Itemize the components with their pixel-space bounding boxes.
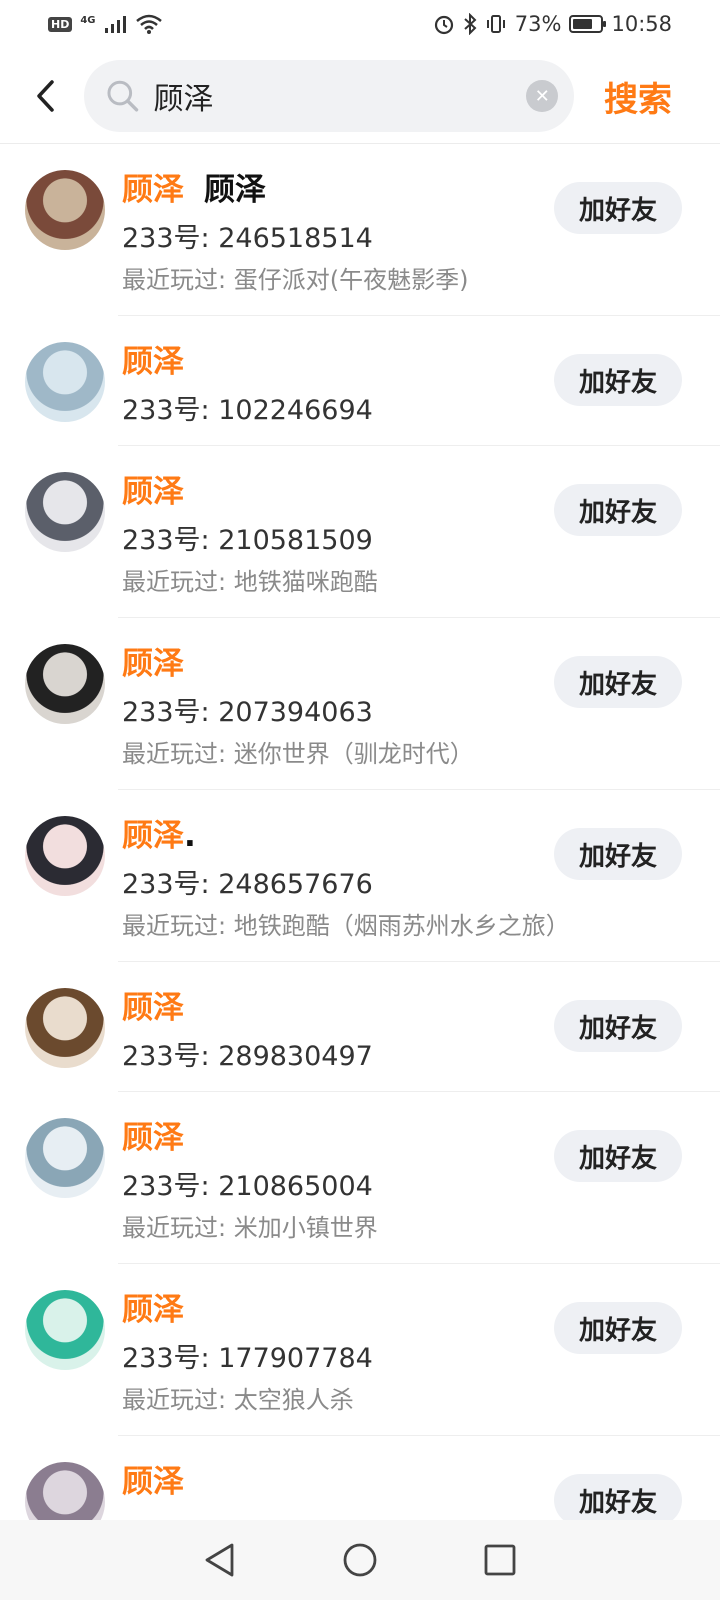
nav-recents-button[interactable] [470,1530,530,1590]
user-name: 顾泽 [122,646,184,682]
user-name: 顾泽 [122,1120,184,1156]
name-line: 顾泽 [122,982,184,1027]
nav-back-button[interactable] [190,1530,250,1590]
recently-played: 最近玩过: 地铁猫咪跑酷 [122,568,378,596]
chevron-left-icon [37,80,54,112]
search-results-list[interactable]: 顾泽 顾泽 233号: 246518514 最近玩过: 蛋仔派对(午夜魅影季) 加好友顾… [0,144,720,1520]
user-id: 233号: 289830497 [122,1041,373,1072]
list-item[interactable]: 顾泽 233号: 207394063 最近玩过: 迷你世界（驯龙时代） 加好友 [0,618,720,790]
user-name: 顾泽 [122,344,184,380]
list-item[interactable]: 顾泽 233号: 102246694 加好友 [0,316,720,446]
avatar[interactable] [25,816,105,896]
name-line: 顾泽. [122,810,196,855]
user-name: 顾泽 [122,990,184,1026]
add-friend-button[interactable]: 加好友 [554,484,682,536]
avatar[interactable] [25,1118,105,1198]
list-item[interactable]: 顾泽 233号: 210581509 最近玩过: 地铁猫咪跑酷 加好友 [0,446,720,618]
clock: 10:58 [611,12,672,36]
name-line: 顾泽 [122,1112,184,1157]
battery-fill [573,19,593,29]
user-name: 顾泽 [122,474,184,510]
avatar[interactable] [25,1290,105,1370]
user-name: 顾泽 [122,1464,184,1500]
add-friend-button[interactable]: 加好友 [554,1474,682,1520]
battery-icon [569,15,607,33]
user-name-suffix: 顾泽 [204,172,266,208]
square-recents-icon [484,1544,516,1576]
user-id: 233号: 102246694 [122,395,373,426]
avatar[interactable] [25,170,105,250]
search-icon [107,80,139,112]
name-line: 顾泽 顾泽 [122,164,266,209]
list-item[interactable]: 顾泽 顾泽 233号: 246518514 最近玩过: 蛋仔派对(午夜魅影季) 加好友 [0,144,720,316]
user-id: 233号: 210581509 [122,525,373,556]
list-item[interactable]: 顾泽 233号: 210865004 最近玩过: 米加小镇世界 加好友 [0,1092,720,1264]
list-item[interactable]: 顾泽. 233号: 248657676 最近玩过: 地铁跑酷（烟雨苏州水乡之旅） 加好… [0,790,720,962]
user-id: 233号: 246518514 [122,223,373,254]
user-id: 233号: 177907784 [122,1343,373,1374]
add-friend-button[interactable]: 加好友 [554,182,682,234]
avatar[interactable] [25,1462,105,1520]
system-nav-bar [0,1520,720,1600]
clear-search-button[interactable]: ✕ [526,80,558,112]
list-item[interactable]: 顾泽 加好友 [0,1436,720,1520]
avatar[interactable] [25,988,105,1068]
list-item[interactable]: 顾泽 233号: 177907784 最近玩过: 太空狼人杀 加好友 [0,1264,720,1436]
avatar[interactable] [25,644,105,724]
name-line: 顾泽 [122,466,184,511]
name-line: 顾泽 [122,336,184,381]
user-name: 顾泽 [122,1292,184,1328]
add-friend-button[interactable]: 加好友 [554,354,682,406]
hd-badge: HD [48,16,73,32]
name-line: 顾泽 [122,638,184,683]
user-id: 233号: 248657676 [122,869,373,900]
user-name-suffix: . [184,818,196,854]
back-button[interactable] [16,66,76,126]
circle-home-icon [343,1543,377,1577]
alarm-icon [434,15,453,35]
recently-played: 最近玩过: 地铁跑酷（烟雨苏州水乡之旅） [122,912,570,940]
add-friend-button[interactable]: 加好友 [554,1000,682,1052]
signal-icon [104,16,126,33]
triangle-back-icon [205,1543,234,1577]
avatar[interactable] [25,472,105,552]
wifi-icon [135,14,162,34]
recently-played: 最近玩过: 太空狼人杀 [122,1386,354,1414]
add-friend-button[interactable]: 加好友 [554,828,682,880]
vibrate-icon [486,15,505,33]
add-friend-button[interactable]: 加好友 [554,1130,682,1182]
name-line: 顾泽 [122,1284,184,1329]
network-type: 4G [80,14,96,26]
add-friend-button[interactable]: 加好友 [554,656,682,708]
status-bar: HD 4G 73% 10:58 [0,0,720,48]
add-friend-button[interactable]: 加好友 [554,1302,682,1354]
search-box[interactable]: ✕ [84,60,574,132]
name-line: 顾泽 [122,1456,184,1501]
user-id: 233号: 207394063 [122,697,373,728]
recently-played: 最近玩过: 米加小镇世界 [122,1214,378,1242]
user-name: 顾泽 [122,172,184,208]
battery-percent: 73% [514,12,562,36]
search-button[interactable]: 搜索 [604,72,672,121]
recently-played: 最近玩过: 蛋仔派对(午夜魅影季) [122,266,469,294]
search-input[interactable] [153,78,527,114]
nav-home-button[interactable] [330,1530,390,1590]
recently-played: 最近玩过: 迷你世界（驯龙时代） [122,740,474,768]
bluetooth-icon [464,13,477,35]
list-item[interactable]: 顾泽 233号: 289830497 加好友 [0,962,720,1092]
user-id: 233号: 210865004 [122,1171,373,1202]
close-icon: ✕ [534,85,550,107]
status-right: 73% 10:58 [433,12,672,36]
user-name: 顾泽 [122,818,184,854]
avatar[interactable] [25,342,105,422]
search-header: ✕ 搜索 [0,58,720,134]
status-left: HD 4G [48,14,162,34]
